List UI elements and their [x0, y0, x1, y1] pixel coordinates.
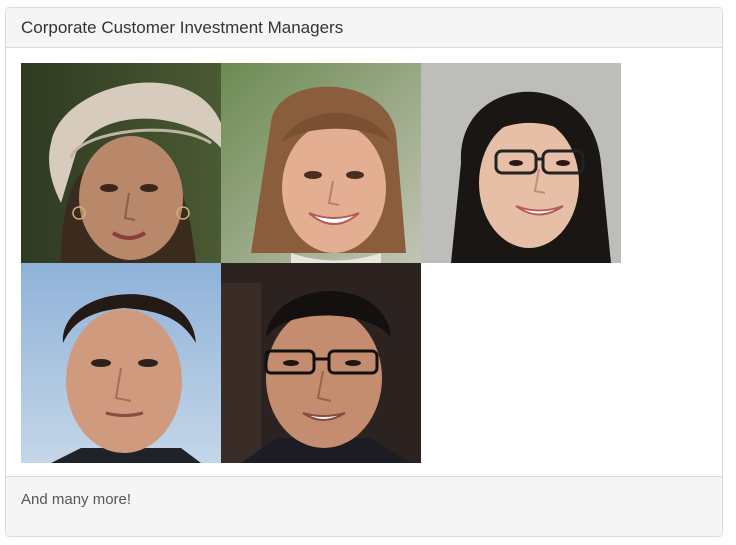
person-portrait-icon — [21, 63, 221, 263]
panel-title: Corporate Customer Investment Managers — [21, 17, 344, 37]
person-portrait-icon — [421, 63, 621, 263]
manager-photo-1 — [21, 63, 221, 263]
panel-body — [6, 48, 722, 478]
manager-photo-5 — [221, 263, 421, 463]
person-portrait-icon — [221, 63, 421, 263]
panel-footer: And many more! — [6, 476, 722, 536]
footer-text: And many more! — [21, 491, 132, 508]
person-portrait-icon — [21, 263, 221, 463]
managers-panel: Corporate Customer Investment Managers A… — [5, 7, 723, 537]
manager-photo-3 — [421, 63, 621, 263]
photo-grid — [21, 63, 707, 463]
panel-heading: Corporate Customer Investment Managers — [6, 8, 722, 48]
manager-photo-4 — [21, 263, 221, 463]
person-portrait-icon — [221, 263, 421, 463]
manager-photo-2 — [221, 63, 421, 263]
